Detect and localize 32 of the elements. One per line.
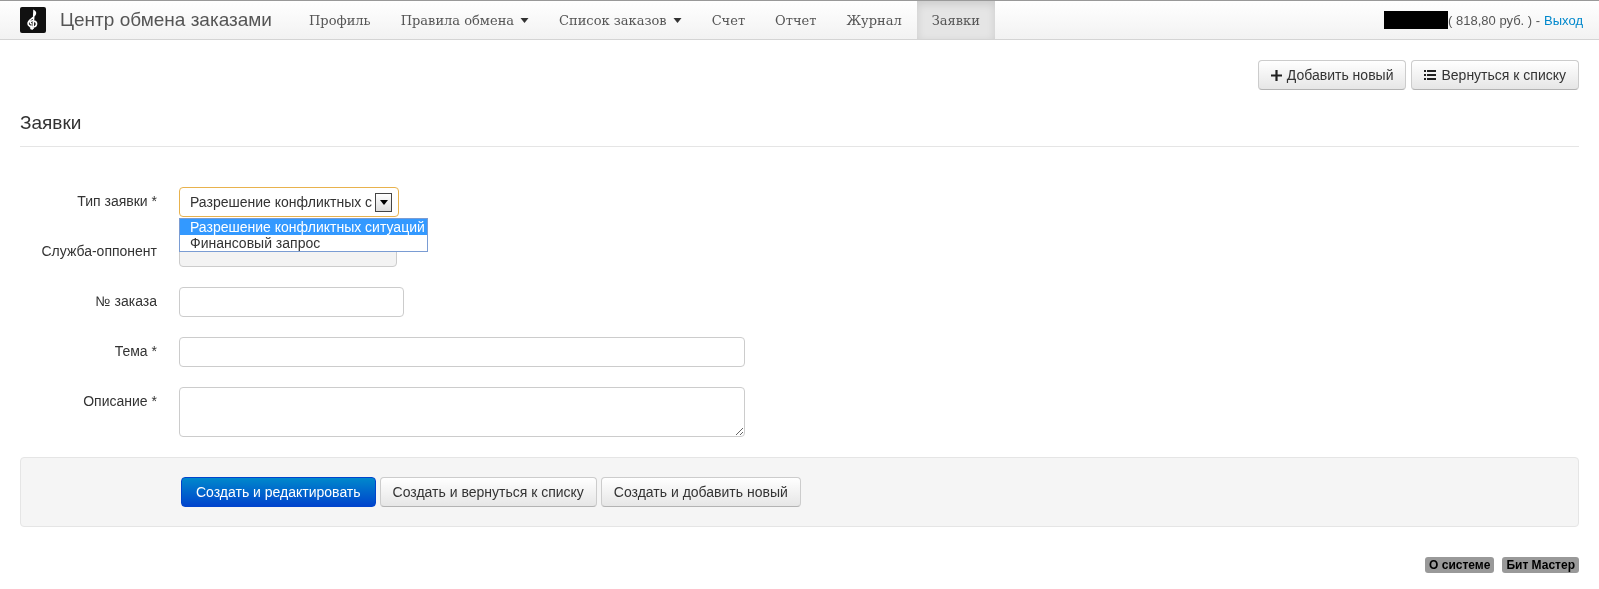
nav-tab[interactable]: Счет — [696, 1, 761, 39]
treble-clef-logo-icon[interactable] — [20, 7, 46, 33]
submit-button[interactable]: Создать и вернуться к списку — [379, 477, 597, 507]
balance-text: ( 818,80 руб. ) - — [1448, 12, 1541, 28]
nav-tab[interactable]: Профиль — [294, 1, 386, 39]
plus-icon — [1270, 69, 1282, 81]
page-heading: Заявки — [20, 112, 1579, 147]
input-field[interactable] — [179, 287, 404, 317]
nav-tab[interactable]: Отчет — [760, 1, 832, 39]
add-new-button[interactable]: Добавить новый — [1257, 60, 1407, 90]
nav-tab[interactable]: Правила обмена — [385, 1, 545, 39]
brand-title[interactable]: Центр обмена заказами — [60, 9, 272, 31]
submit-button[interactable]: Создать и добавить новый — [600, 477, 801, 507]
nav-tab[interactable]: Заявки — [916, 1, 995, 39]
field-label: Тип заявки * — [76, 192, 158, 209]
redacted-block — [1384, 11, 1449, 29]
back-to-list-button[interactable]: Вернуться к списку — [1411, 60, 1579, 90]
input-field[interactable] — [179, 337, 745, 367]
nav-tab[interactable]: Журнал — [831, 1, 917, 39]
dropdown-option[interactable]: Финансовый запрос — [180, 235, 427, 251]
footer-label[interactable]: Бит Мастер — [1502, 557, 1579, 573]
field-label: № заказа — [94, 292, 158, 309]
footer-label[interactable]: О системе — [1425, 557, 1495, 573]
field-label: Описание * — [82, 392, 158, 409]
nav-tab[interactable]: Список заказов — [544, 1, 697, 39]
textarea-field[interactable] — [179, 387, 745, 437]
field-label: Служба-оппонент — [40, 242, 158, 259]
logout-link[interactable]: Выход — [1544, 12, 1583, 28]
select-field[interactable]: Разрешение конфликтных с — [179, 187, 399, 217]
submit-button[interactable]: Создать и редактировать — [181, 477, 376, 507]
field-label: Тема * — [113, 342, 158, 359]
list-icon — [1424, 70, 1437, 80]
